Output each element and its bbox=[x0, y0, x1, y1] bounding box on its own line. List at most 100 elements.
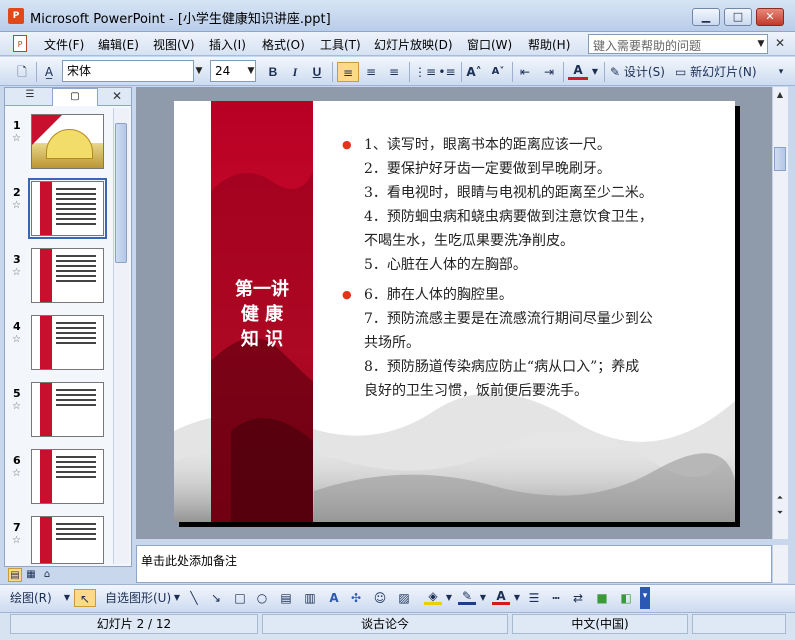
new-slide-button[interactable]: ▭ 新幻灯片(N) bbox=[675, 62, 765, 82]
textbox-icon[interactable]: ▤ bbox=[278, 589, 294, 607]
fill-color-icon[interactable]: ◈ bbox=[424, 589, 442, 605]
slide-text-line[interactable]: 1、读写时，眼离书本的距离应该一尺。 bbox=[364, 134, 611, 154]
chevron-down-icon[interactable]: ▼ bbox=[172, 589, 182, 607]
line-icon[interactable]: ╲ bbox=[186, 589, 202, 607]
slide-text-line[interactable]: 7．预防流感主要是在流感流行期间尽量少到公 bbox=[364, 308, 653, 328]
wordart-icon[interactable]: A bbox=[326, 589, 342, 607]
align-left-icon[interactable]: ≡ bbox=[337, 62, 359, 82]
arrow-icon[interactable]: ↘ bbox=[208, 589, 224, 607]
shadow-style-icon[interactable]: ■ bbox=[594, 589, 610, 607]
notes-scrollbar[interactable] bbox=[772, 545, 788, 583]
slide-text-line[interactable]: 不喝生水，生吃瓜果要洗净削皮。 bbox=[364, 230, 574, 250]
chevron-down-icon[interactable]: ▼ bbox=[754, 34, 768, 54]
align-right-icon[interactable]: ≡ bbox=[385, 62, 403, 82]
font-color-button[interactable]: A bbox=[568, 62, 588, 80]
chevron-down-icon[interactable]: ▼ bbox=[192, 60, 206, 82]
italic-button[interactable]: I bbox=[286, 62, 304, 82]
slide-text-line[interactable]: 2．要保护好牙齿一定要做到早晚刷牙。 bbox=[364, 158, 611, 178]
decrease-indent-icon[interactable]: ⇤ bbox=[516, 62, 534, 82]
minimize-button[interactable]: ▁ bbox=[692, 8, 720, 26]
oval-icon[interactable]: ○ bbox=[254, 589, 270, 607]
slide-text-line[interactable]: 4．预防蛔虫病和蛲虫病要做到注意饮食卫生， bbox=[364, 206, 653, 226]
slide-sorter-icon[interactable]: ▦ bbox=[24, 568, 38, 582]
document-icon[interactable]: P bbox=[13, 35, 27, 52]
bold-button[interactable]: B bbox=[264, 62, 282, 82]
slide-thumbnail-4[interactable] bbox=[31, 315, 104, 370]
slide-text-line[interactable]: 8．预防肠道传染病应防止“病从口入”；养成 bbox=[364, 356, 639, 376]
toolbar-options-icon[interactable]: ▾ bbox=[640, 587, 650, 609]
diagram-icon[interactable]: ✣ bbox=[348, 589, 364, 607]
chevron-down-icon[interactable]: ▼ bbox=[62, 589, 72, 607]
close-button[interactable]: ✕ bbox=[756, 8, 784, 26]
tab-outline[interactable]: ☰ bbox=[10, 89, 50, 105]
underline-button[interactable]: U bbox=[308, 62, 326, 82]
draw-menu-button[interactable]: 绘图(R) bbox=[10, 589, 70, 607]
chevron-down-icon[interactable]: ▼ bbox=[244, 60, 258, 82]
decrease-font-icon[interactable]: A˅ bbox=[489, 62, 507, 82]
scroll-up-icon[interactable]: ▲ bbox=[773, 88, 787, 102]
slide-thumbnail-5[interactable] bbox=[31, 382, 104, 437]
arrow-style-icon[interactable]: ⇄ bbox=[570, 589, 586, 607]
menu-tools[interactable]: 工具(T) bbox=[320, 36, 361, 53]
slide-thumbnail-3[interactable] bbox=[31, 248, 104, 303]
notes-pane[interactable]: 单击此处添加备注 bbox=[136, 545, 772, 583]
slide-canvas[interactable]: 第一讲 健 康 知 识 ● 1、读写时，眼离书本的距离应该一尺。 2．要保护好牙… bbox=[174, 101, 735, 522]
rectangle-icon[interactable]: □ bbox=[232, 589, 248, 607]
3d-style-icon[interactable]: ◧ bbox=[618, 589, 634, 607]
powerpoint-app-icon[interactable]: P bbox=[8, 8, 24, 24]
align-center-icon[interactable]: ≡ bbox=[362, 62, 380, 82]
menu-format[interactable]: 格式(O) bbox=[262, 36, 305, 53]
clipart-icon[interactable]: ☺ bbox=[372, 589, 388, 607]
chevron-down-icon[interactable]: ▼ bbox=[512, 589, 522, 607]
slide-text-line[interactable]: 良好的卫生习惯，饭前便后要洗手。 bbox=[364, 380, 588, 400]
slide-thumbnail-2[interactable] bbox=[28, 178, 107, 239]
document-close-button[interactable]: ✕ bbox=[775, 36, 785, 50]
menu-help[interactable]: 帮助(H) bbox=[528, 36, 570, 53]
next-slide-icon[interactable]: ⏷ bbox=[773, 507, 787, 519]
slide-title[interactable]: 第一讲 健 康 知 识 bbox=[211, 277, 313, 352]
dash-style-icon[interactable]: ┅ bbox=[548, 589, 564, 607]
font-color-icon[interactable]: A bbox=[492, 589, 510, 605]
slide-thumbnail-7[interactable] bbox=[31, 516, 104, 564]
normal-view-icon[interactable]: ▤ bbox=[8, 568, 22, 582]
help-search-input[interactable]: 键入需要帮助的问题 bbox=[588, 34, 768, 54]
chevron-down-icon[interactable]: ▼ bbox=[590, 62, 600, 82]
select-cursor-icon[interactable]: ↖ bbox=[74, 589, 96, 607]
chevron-down-icon[interactable]: ▼ bbox=[444, 589, 454, 607]
menu-edit[interactable]: 编辑(E) bbox=[98, 36, 139, 53]
line-style-icon[interactable]: ☰ bbox=[526, 589, 542, 607]
text-style-icon[interactable]: A̲ bbox=[40, 62, 58, 82]
menu-view[interactable]: 视图(V) bbox=[153, 36, 195, 53]
new-document-icon[interactable]: 🗋 bbox=[14, 62, 30, 82]
slide-text-line[interactable]: 共场所。 bbox=[364, 332, 420, 352]
design-button[interactable]: ✎ 设计(S) bbox=[610, 62, 670, 82]
numbering-icon[interactable]: ⋮≡ bbox=[414, 62, 436, 82]
slide-number: 3 bbox=[13, 253, 21, 266]
line-color-icon[interactable]: ✎ bbox=[458, 589, 476, 605]
menu-insert[interactable]: 插入(I) bbox=[209, 36, 246, 53]
vertical-textbox-icon[interactable]: ▥ bbox=[302, 589, 318, 607]
slideshow-view-icon[interactable]: ⌂ bbox=[40, 568, 54, 582]
previous-slide-icon[interactable]: ⏶ bbox=[773, 492, 787, 504]
menu-slideshow[interactable]: 幻灯片放映(D) bbox=[374, 36, 453, 53]
slide-text-line[interactable]: 6．肺在人体的胸腔里。 bbox=[364, 284, 513, 304]
increase-font-icon[interactable]: A˄ bbox=[465, 62, 483, 82]
transition-star-icon: ☆ bbox=[12, 200, 21, 211]
slide-text-line[interactable]: 5．心脏在人体的左胸部。 bbox=[364, 254, 527, 274]
font-name-combo[interactable]: 宋体 bbox=[62, 60, 194, 82]
maximize-button[interactable]: □ bbox=[724, 8, 752, 26]
panel-scroll-thumb[interactable] bbox=[115, 123, 127, 263]
toolbar-options-icon[interactable]: ▾ bbox=[775, 62, 787, 82]
slide-scroll-thumb[interactable] bbox=[774, 147, 786, 171]
increase-indent-icon[interactable]: ⇥ bbox=[540, 62, 558, 82]
picture-icon[interactable]: ▨ bbox=[396, 589, 412, 607]
slide-thumbnail-6[interactable] bbox=[31, 449, 104, 504]
menu-window[interactable]: 窗口(W) bbox=[467, 36, 512, 53]
slide-text-line[interactable]: 3．看电视时，眼睛与电视机的距离至少二米。 bbox=[364, 182, 653, 202]
bullets-icon[interactable]: •≡ bbox=[438, 62, 456, 82]
chevron-down-icon[interactable]: ▼ bbox=[478, 589, 488, 607]
panel-close-button[interactable]: ✕ bbox=[112, 89, 122, 103]
menu-file[interactable]: 文件(F) bbox=[44, 36, 84, 53]
slide-thumbnail-1[interactable] bbox=[31, 114, 104, 169]
tab-slides[interactable]: ▢ bbox=[52, 88, 98, 106]
